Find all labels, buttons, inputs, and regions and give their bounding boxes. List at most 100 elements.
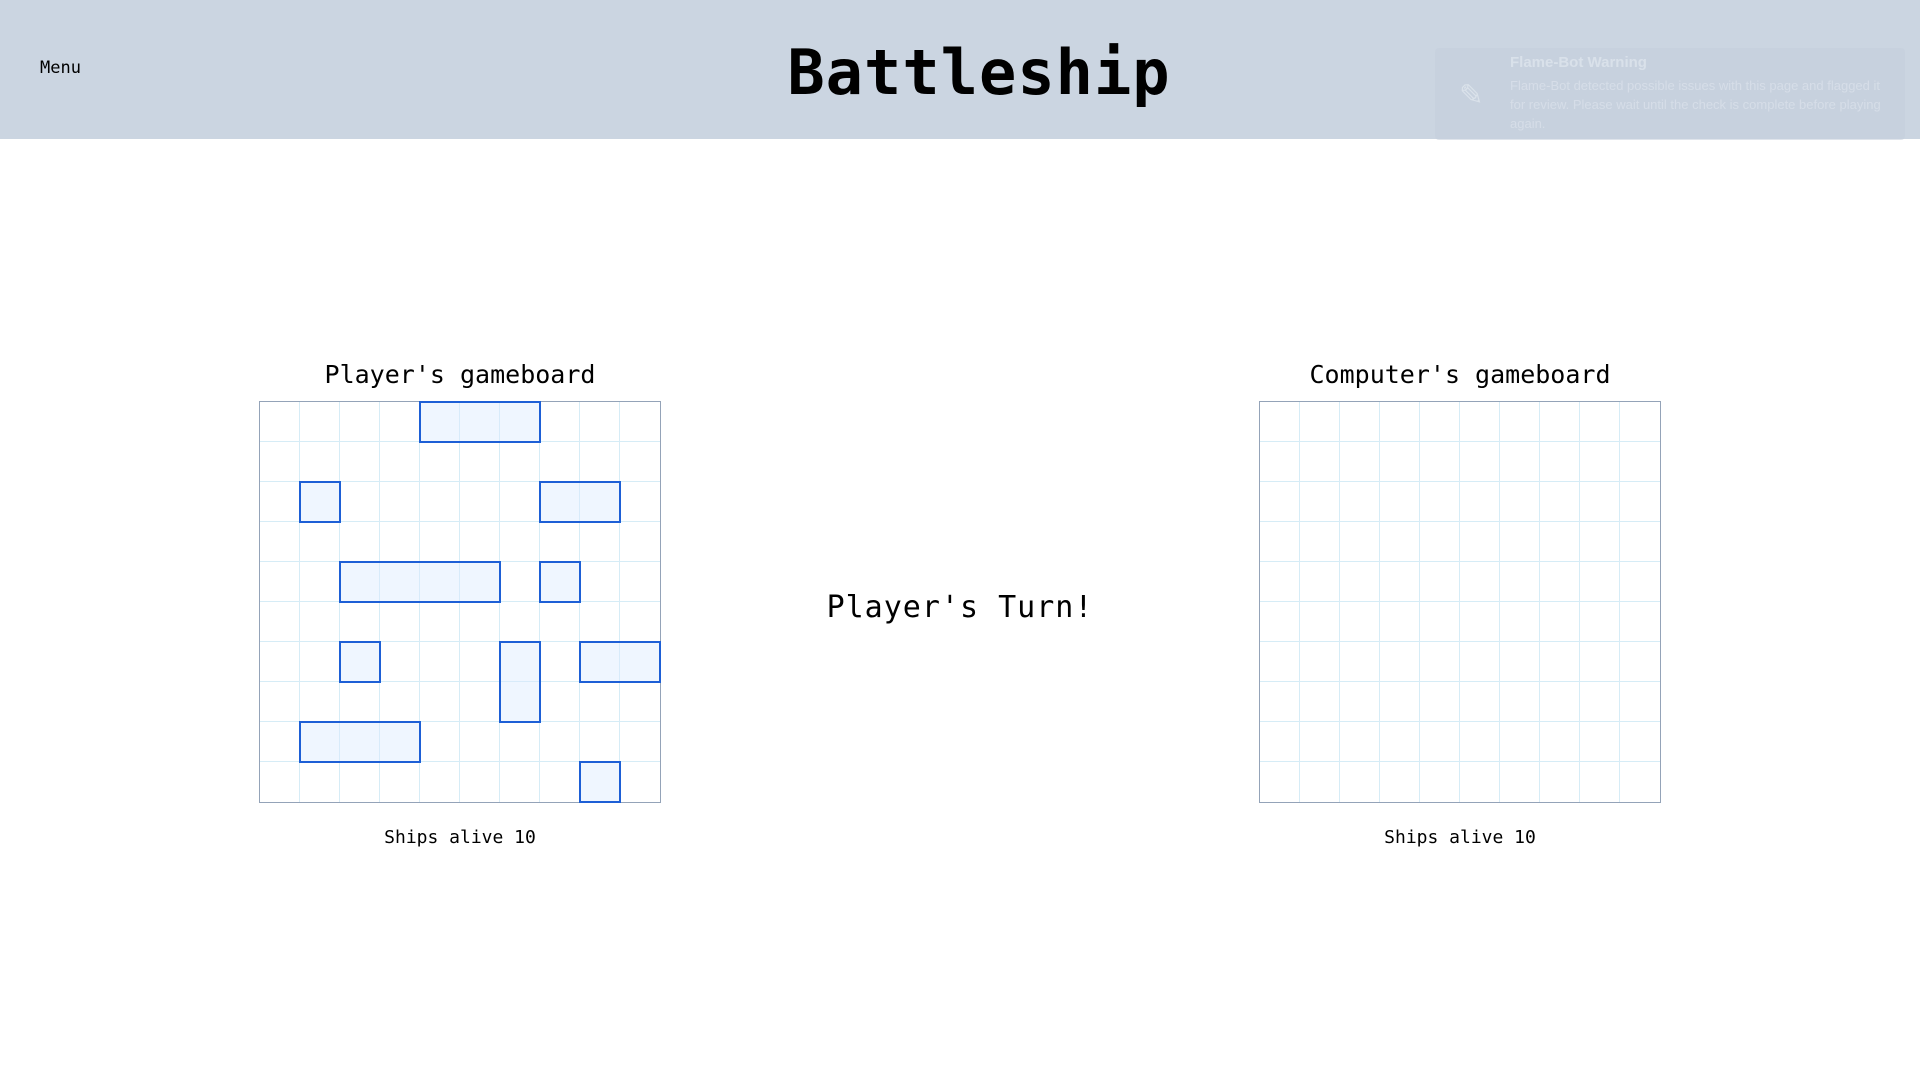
- computer-grid-cell[interactable]: [1420, 522, 1460, 562]
- computer-grid-cell[interactable]: [1380, 762, 1420, 802]
- computer-grid-cell[interactable]: [1340, 682, 1380, 722]
- computer-grid-cell[interactable]: [1420, 482, 1460, 522]
- computer-grid-cell[interactable]: [1300, 762, 1340, 802]
- computer-grid-cell[interactable]: [1580, 762, 1620, 802]
- computer-grid-cell[interactable]: [1500, 722, 1540, 762]
- computer-grid-cell[interactable]: [1500, 682, 1540, 722]
- computer-grid-cell[interactable]: [1380, 522, 1420, 562]
- computer-grid-cell[interactable]: [1620, 482, 1660, 522]
- computer-grid-cell[interactable]: [1460, 562, 1500, 602]
- computer-grid-cell[interactable]: [1420, 562, 1460, 602]
- computer-grid-cell[interactable]: [1300, 482, 1340, 522]
- computer-grid-cell[interactable]: [1420, 402, 1460, 442]
- computer-grid-cell[interactable]: [1300, 682, 1340, 722]
- computer-grid-cell[interactable]: [1340, 602, 1380, 642]
- computer-grid-cell[interactable]: [1540, 602, 1580, 642]
- computer-grid-cell[interactable]: [1420, 642, 1460, 682]
- computer-grid-cell[interactable]: [1460, 442, 1500, 482]
- computer-grid-cell[interactable]: [1340, 522, 1380, 562]
- computer-grid-cell[interactable]: [1380, 642, 1420, 682]
- computer-grid-cell[interactable]: [1620, 682, 1660, 722]
- computer-grid-cell[interactable]: [1460, 682, 1500, 722]
- computer-grid-cell[interactable]: [1540, 762, 1580, 802]
- computer-grid-cell[interactable]: [1620, 602, 1660, 642]
- computer-grid-cell[interactable]: [1340, 442, 1380, 482]
- computer-grid-cell[interactable]: [1500, 642, 1540, 682]
- computer-grid-cell[interactable]: [1620, 402, 1660, 442]
- computer-grid-cell[interactable]: [1380, 402, 1420, 442]
- computer-grid-cell[interactable]: [1340, 402, 1380, 442]
- computer-grid-cell[interactable]: [1380, 722, 1420, 762]
- computer-grid-cell[interactable]: [1420, 762, 1460, 802]
- computer-grid-cell[interactable]: [1540, 402, 1580, 442]
- computer-grid-cell[interactable]: [1340, 562, 1380, 602]
- computer-grid-cell[interactable]: [1260, 602, 1300, 642]
- computer-grid-cell[interactable]: [1300, 522, 1340, 562]
- computer-grid-cell[interactable]: [1380, 682, 1420, 722]
- computer-grid-cell[interactable]: [1540, 482, 1580, 522]
- computer-grid-cell[interactable]: [1300, 602, 1340, 642]
- computer-grid-cell[interactable]: [1540, 442, 1580, 482]
- computer-grid-cell[interactable]: [1620, 562, 1660, 602]
- computer-grid-cell[interactable]: [1460, 482, 1500, 522]
- computer-grid-cell[interactable]: [1620, 442, 1660, 482]
- computer-grid-cell[interactable]: [1260, 682, 1300, 722]
- computer-grid-cell[interactable]: [1380, 562, 1420, 602]
- computer-grid-cell[interactable]: [1500, 442, 1540, 482]
- computer-grid-cell[interactable]: [1300, 442, 1340, 482]
- computer-grid-cell[interactable]: [1500, 522, 1540, 562]
- computer-grid-cell[interactable]: [1380, 442, 1420, 482]
- computer-grid-cell[interactable]: [1460, 722, 1500, 762]
- computer-grid-cell[interactable]: [1580, 482, 1620, 522]
- computer-grid-cell[interactable]: [1260, 402, 1300, 442]
- computer-grid-cell[interactable]: [1580, 562, 1620, 602]
- computer-grid-cell[interactable]: [1340, 482, 1380, 522]
- computer-grid-cell[interactable]: [1580, 402, 1620, 442]
- computer-grid-cell[interactable]: [1260, 482, 1300, 522]
- computer-grid-cell[interactable]: [1260, 522, 1300, 562]
- computer-grid-cell[interactable]: [1300, 562, 1340, 602]
- computer-grid-cell[interactable]: [1620, 722, 1660, 762]
- computer-grid-cell[interactable]: [1540, 682, 1580, 722]
- computer-grid-cell[interactable]: [1540, 562, 1580, 602]
- computer-grid-cell[interactable]: [1260, 642, 1300, 682]
- computer-grid-cell[interactable]: [1500, 602, 1540, 642]
- computer-grid-cell[interactable]: [1500, 562, 1540, 602]
- computer-grid-cell[interactable]: [1260, 442, 1300, 482]
- computer-grid-cell[interactable]: [1260, 562, 1300, 602]
- computer-grid-cell[interactable]: [1500, 402, 1540, 442]
- computer-grid-cell[interactable]: [1340, 722, 1380, 762]
- computer-grid-cell[interactable]: [1540, 642, 1580, 682]
- computer-grid-cell[interactable]: [1420, 442, 1460, 482]
- computer-grid-cell[interactable]: [1460, 402, 1500, 442]
- computer-grid-cell[interactable]: [1580, 682, 1620, 722]
- computer-grid-cell[interactable]: [1620, 762, 1660, 802]
- computer-grid-cell[interactable]: [1500, 482, 1540, 522]
- computer-grid-cell[interactable]: [1460, 762, 1500, 802]
- computer-grid-cell[interactable]: [1580, 442, 1620, 482]
- computer-grid-cell[interactable]: [1620, 642, 1660, 682]
- warning-toast[interactable]: ✎ Flame-Bot Warning Flame-Bot detected p…: [1435, 48, 1905, 140]
- computer-grid-cell[interactable]: [1380, 602, 1420, 642]
- computer-grid-cell[interactable]: [1540, 522, 1580, 562]
- computer-grid-cell[interactable]: [1300, 642, 1340, 682]
- computer-grid-cell[interactable]: [1460, 522, 1500, 562]
- computer-grid-cell[interactable]: [1420, 722, 1460, 762]
- computer-grid-cell[interactable]: [1580, 602, 1620, 642]
- computer-grid-cell[interactable]: [1260, 762, 1300, 802]
- computer-grid-cell[interactable]: [1500, 762, 1540, 802]
- computer-grid-cell[interactable]: [1620, 522, 1660, 562]
- computer-grid-cell[interactable]: [1460, 642, 1500, 682]
- computer-grid-cell[interactable]: [1580, 722, 1620, 762]
- computer-grid-cell[interactable]: [1300, 722, 1340, 762]
- computer-grid-cell[interactable]: [1580, 522, 1620, 562]
- computer-grid-cell[interactable]: [1340, 762, 1380, 802]
- computer-grid-cell[interactable]: [1420, 682, 1460, 722]
- computer-grid-cell[interactable]: [1540, 722, 1580, 762]
- computer-grid-cell[interactable]: [1420, 602, 1460, 642]
- computer-grid-cell[interactable]: [1460, 602, 1500, 642]
- computer-grid-cell[interactable]: [1380, 482, 1420, 522]
- computer-grid-cell[interactable]: [1580, 642, 1620, 682]
- computer-grid-cell[interactable]: [1260, 722, 1300, 762]
- computer-grid-cell[interactable]: [1340, 642, 1380, 682]
